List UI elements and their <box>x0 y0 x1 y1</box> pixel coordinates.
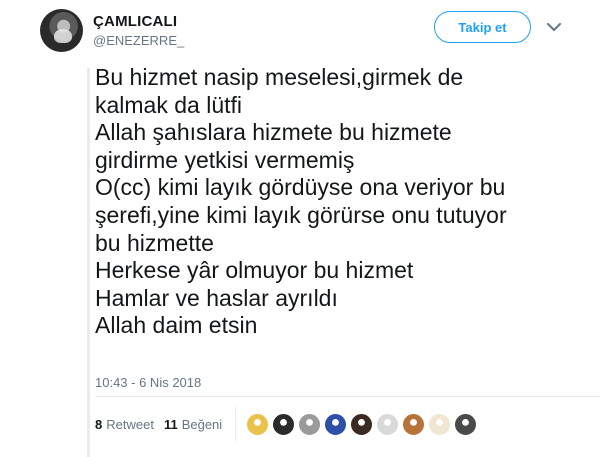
tweet-line: Allah daim etsin <box>95 312 258 339</box>
user-handle[interactable]: @ENEZERRE_ <box>93 33 184 48</box>
follow-button[interactable]: Takip et <box>434 11 531 43</box>
tweet-line: Herkese yâr olmuyor bu hizmet <box>95 257 414 284</box>
liker-avatar-5[interactable] <box>350 412 374 436</box>
tweet-header: ÇAMLICALI @ENEZERRE_ Takip et <box>40 9 605 53</box>
tweet-line: kalmak da lütfi <box>95 91 243 118</box>
liker-avatar-1[interactable] <box>246 412 270 436</box>
chevron-down-icon-glyph <box>547 22 561 31</box>
tweet-line: bu hizmette <box>95 229 214 256</box>
like-count: 11 <box>163 416 178 432</box>
liker-avatar-2[interactable] <box>272 412 296 436</box>
liker-avatar-9[interactable] <box>454 412 478 436</box>
like-stat[interactable]: 11 Beğeni <box>164 417 222 432</box>
tweet-stats: 8 Retweet 11 Beğeni <box>95 407 480 441</box>
retweet-count: 8 <box>95 416 103 432</box>
divider <box>95 396 600 397</box>
stats-separator <box>235 407 237 441</box>
liker-avatar-3[interactable] <box>298 412 322 436</box>
tweet-line: girdirme yetkisi vermemiş <box>95 146 355 173</box>
user-avatar[interactable] <box>40 9 83 52</box>
tweet-timestamp[interactable]: 10:43 - 6 Nis 2018 <box>95 375 201 390</box>
liker-avatar-8[interactable] <box>428 412 452 436</box>
retweet-label: Retweet <box>106 416 154 432</box>
thread-rule <box>87 68 90 457</box>
tweet-line: Bu hizmet nasip meselesi,girmek de <box>95 64 464 90</box>
user-display-name[interactable]: ÇAMLICALI <box>93 13 177 30</box>
tweet-line: şerefi,yine kimi layık görürse onu tutuy… <box>95 201 507 228</box>
tweet-line: Hamlar ve haslar ayrıldı <box>95 284 338 311</box>
tweet-line: Allah şahıslara hizmete bu hizmete <box>95 119 452 146</box>
tweet-line: O(cc) kimi layık gördüyse ona veriyor bu <box>95 174 506 201</box>
chevron-down-icon[interactable] <box>546 19 562 35</box>
retweet-stat[interactable]: 8 Retweet <box>95 417 154 432</box>
liker-avatar-6[interactable] <box>376 412 400 436</box>
liker-avatars <box>246 412 480 436</box>
liker-avatar-4[interactable] <box>324 412 348 436</box>
like-label: Beğeni <box>181 416 223 432</box>
tweet-text: Bu hizmet nasip meselesi,girmek de kalma… <box>95 64 575 340</box>
liker-avatar-7[interactable] <box>402 412 426 436</box>
